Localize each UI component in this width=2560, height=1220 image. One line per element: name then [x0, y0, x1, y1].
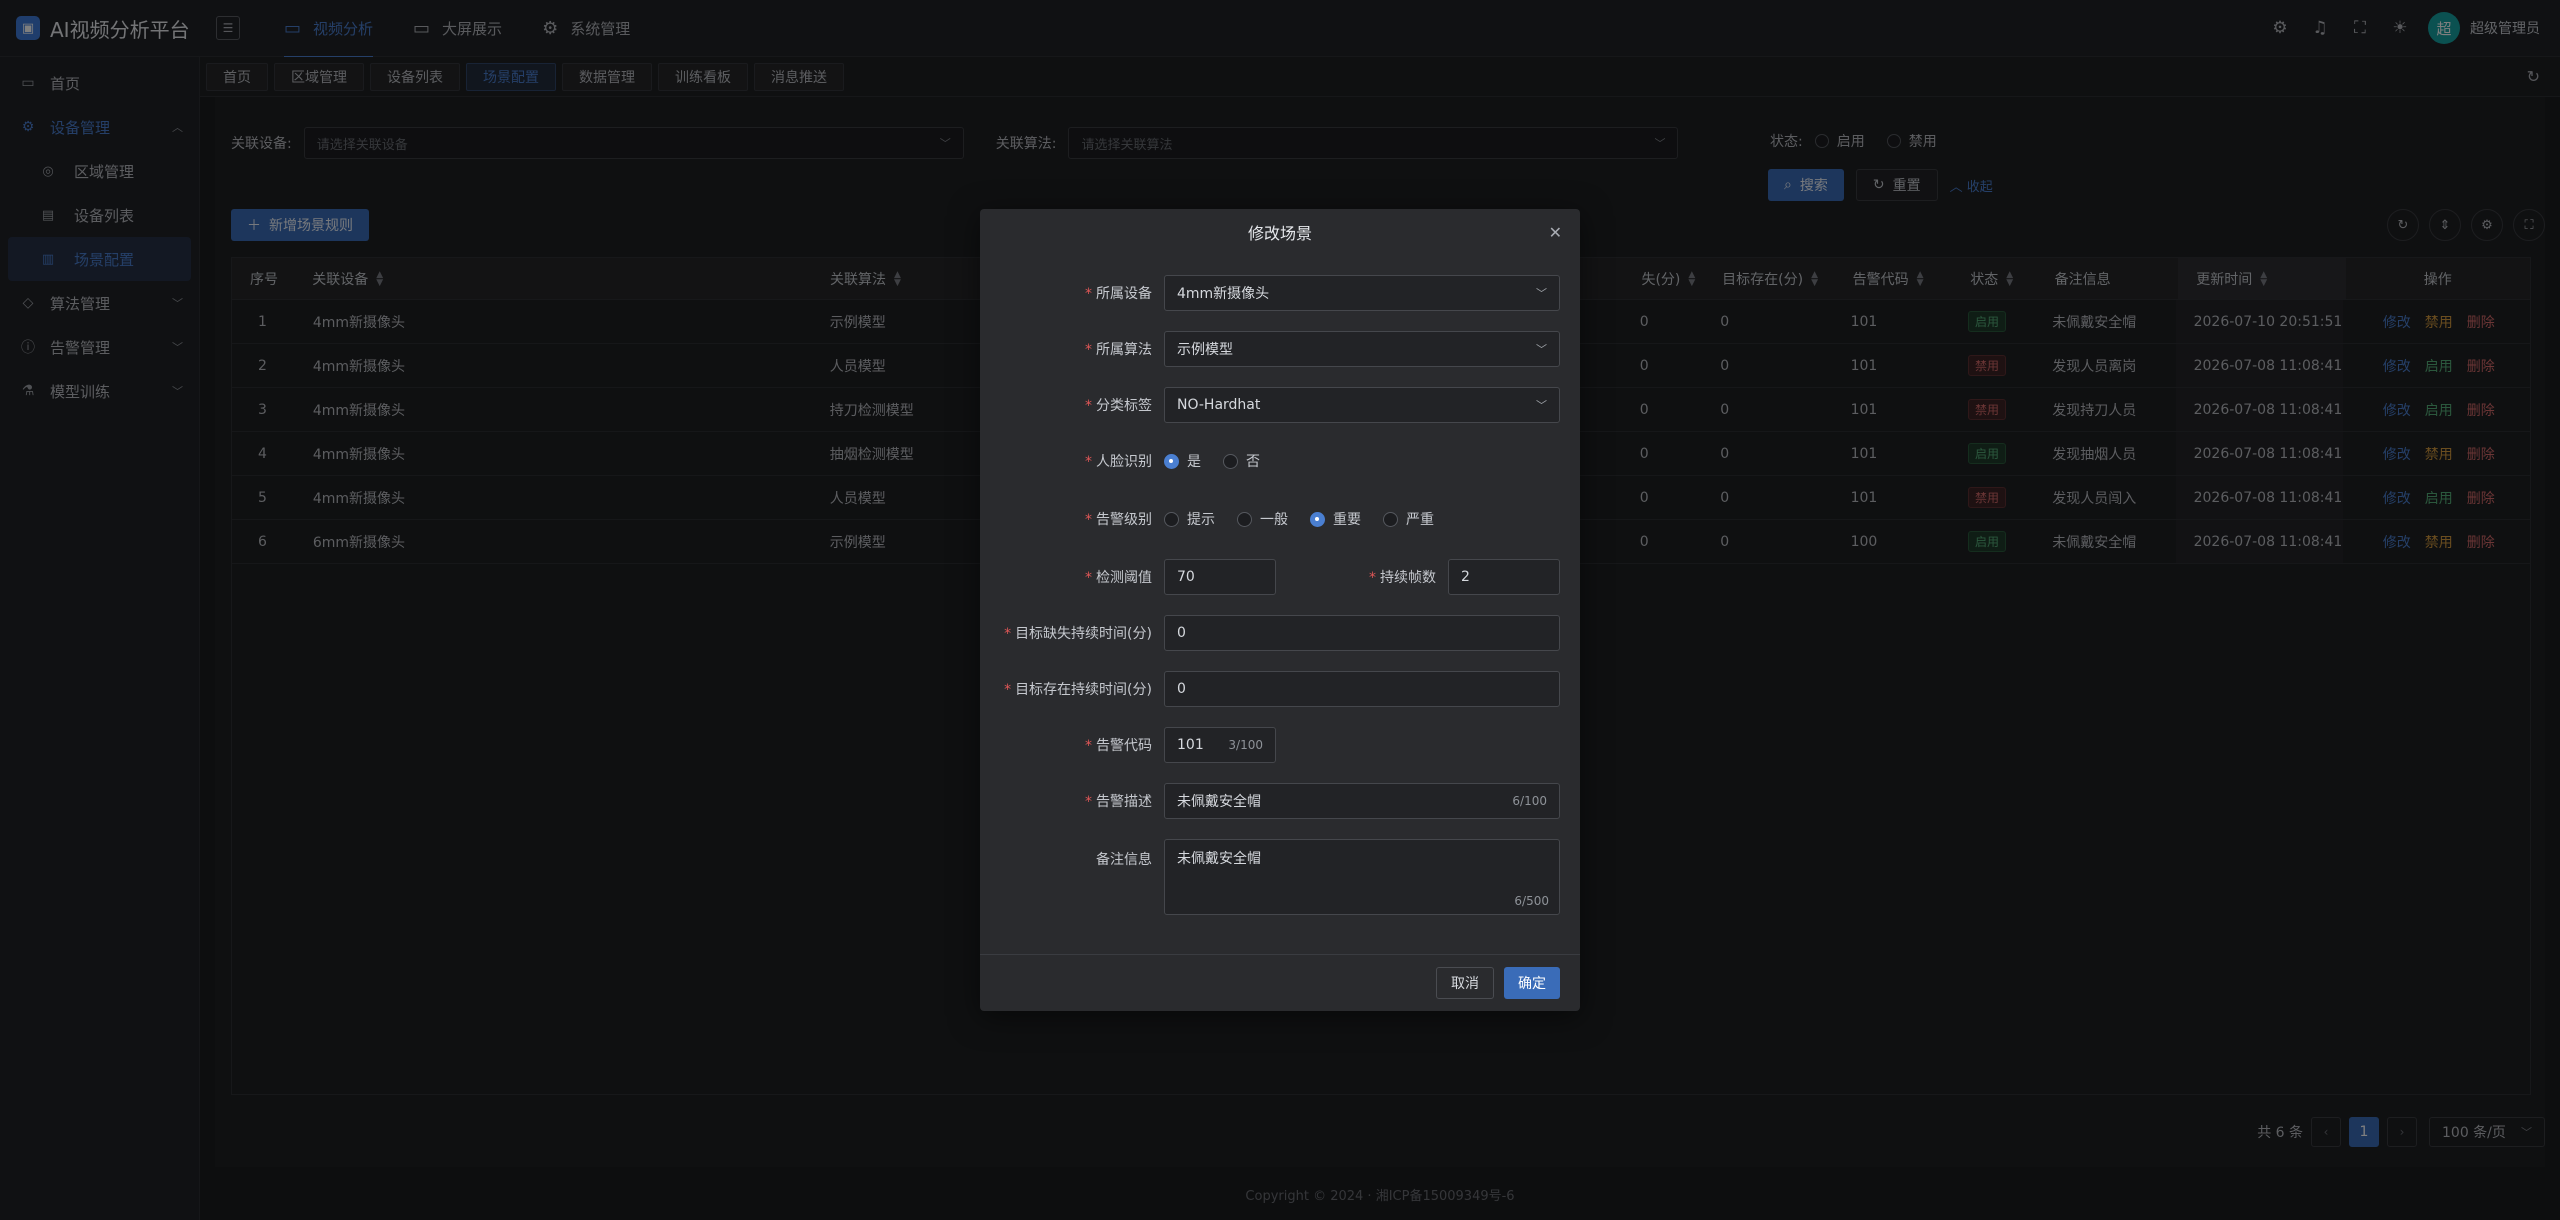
- close-icon[interactable]: ✕: [1549, 223, 1562, 242]
- required-mark: *: [1085, 342, 1092, 358]
- input-value: 0: [1177, 625, 1186, 641]
- label-text: 所属算法: [1096, 342, 1152, 358]
- label-text: 所属设备: [1096, 286, 1152, 302]
- app-root: ▣ AI视频分析平台 ☰ ▭ 视频分析 ▭ 大屏展示 ⚙ 系统管理 ⚙ ♫ ⛶ …: [0, 0, 2560, 1220]
- chevron-down-icon: ﹀: [1536, 399, 1547, 412]
- radio-label: 否: [1246, 454, 1260, 470]
- textarea-value: 未佩戴安全帽: [1177, 851, 1261, 867]
- form-label: * 目标缺失持续时间(分): [980, 623, 1164, 643]
- device-select[interactable]: 4mm新摄像头 ﹀: [1164, 275, 1560, 311]
- char-counter: 3/100: [1228, 738, 1263, 752]
- radio-circle[interactable]: [1237, 511, 1252, 527]
- radio-circle[interactable]: [1223, 453, 1238, 469]
- label-text: 持续帧数: [1380, 570, 1436, 586]
- required-mark: *: [1085, 738, 1092, 754]
- threshold-input[interactable]: 70: [1164, 559, 1276, 595]
- label-text: 告警代码: [1096, 738, 1152, 754]
- level-normal-radio[interactable]: 一般: [1237, 509, 1288, 529]
- radio-label: 是: [1187, 454, 1201, 470]
- radio-label: 提示: [1187, 512, 1215, 528]
- radio-circle[interactable]: [1164, 511, 1179, 527]
- note-textarea[interactable]: 未佩戴安全帽 6/500: [1164, 839, 1560, 915]
- alarm-code-input[interactable]: 101 3/100: [1164, 727, 1276, 763]
- label-text: 目标存在持续时间(分): [1015, 682, 1152, 698]
- select-value: 4mm新摄像头: [1177, 286, 1270, 302]
- face-no-radio[interactable]: 否: [1223, 451, 1260, 471]
- required-mark: *: [1085, 454, 1092, 470]
- form-row-alarm-desc: * 告警描述 未佩戴安全帽 6/100: [980, 783, 1580, 819]
- level-important-radio[interactable]: 重要: [1310, 509, 1361, 529]
- form-row-tag: * 分类标签 NO-Hardhat ﹀: [980, 387, 1580, 423]
- dialog-footer: 取消 确定: [980, 954, 1580, 1011]
- lost-duration-input[interactable]: 0: [1164, 615, 1560, 651]
- form-label: 备注信息: [1096, 852, 1152, 868]
- level-hint-radio[interactable]: 提示: [1164, 509, 1215, 529]
- select-value: NO-Hardhat: [1177, 397, 1261, 413]
- form-label: * 所属设备: [980, 283, 1164, 303]
- required-mark: *: [1004, 626, 1012, 642]
- form-label: * 持续帧数: [1276, 567, 1448, 587]
- chevron-down-icon: ﹀: [1536, 343, 1547, 356]
- form-row-threshold: * 检测阈值 70 * 持续帧数 2: [980, 559, 1580, 595]
- required-mark: *: [1085, 512, 1092, 528]
- required-mark: *: [1004, 682, 1012, 698]
- form-label: * 人脸识别: [980, 451, 1164, 471]
- required-mark: *: [1085, 398, 1092, 414]
- form-label: * 告警级别: [980, 509, 1164, 529]
- level-severe-radio[interactable]: 严重: [1383, 509, 1434, 529]
- required-mark: *: [1085, 794, 1092, 810]
- char-counter: 6/100: [1512, 794, 1547, 808]
- form-row-level: * 告警级别 提示 一般 重要 严重: [980, 501, 1580, 537]
- form-row-alarm-code: * 告警代码 101 3/100: [980, 727, 1580, 763]
- radio-circle[interactable]: [1310, 511, 1325, 527]
- form-row-note: 备注信息 未佩戴安全帽 6/500: [980, 839, 1580, 915]
- tag-select[interactable]: NO-Hardhat ﹀: [1164, 387, 1560, 423]
- alarm-desc-input[interactable]: 未佩戴安全帽 6/100: [1164, 783, 1560, 819]
- char-counter: 6/500: [1514, 894, 1549, 908]
- chevron-down-icon: ﹀: [1536, 287, 1547, 300]
- form-label: * 检测阈值: [980, 567, 1164, 587]
- cancel-button[interactable]: 取消: [1436, 967, 1494, 999]
- radio-label: 重要: [1333, 512, 1361, 528]
- algo-select[interactable]: 示例模型 ﹀: [1164, 331, 1560, 367]
- input-value: 0: [1177, 681, 1186, 697]
- form-row-exist-duration: * 目标存在持续时间(分) 0: [980, 671, 1580, 707]
- label-text: 目标缺失持续时间(分): [1015, 626, 1152, 642]
- form-label: * 告警描述: [980, 791, 1164, 811]
- form-row-lost-duration: * 目标缺失持续时间(分) 0: [980, 615, 1580, 651]
- form-row-face: * 人脸识别 是 否: [980, 443, 1580, 479]
- radio-label: 严重: [1406, 512, 1434, 528]
- form-row-device: * 所属设备 4mm新摄像头 ﹀: [980, 275, 1580, 311]
- form-row-algo: * 所属算法 示例模型 ﹀: [980, 331, 1580, 367]
- input-value: 70: [1177, 569, 1195, 585]
- label-text: 分类标签: [1096, 398, 1152, 414]
- form-label: * 告警代码: [980, 735, 1164, 755]
- exist-duration-input[interactable]: 0: [1164, 671, 1560, 707]
- required-mark: *: [1085, 286, 1092, 302]
- label-text: 告警级别: [1096, 512, 1152, 528]
- required-mark: *: [1085, 570, 1092, 586]
- radio-circle[interactable]: [1383, 511, 1398, 527]
- form-label: * 目标存在持续时间(分): [980, 679, 1164, 699]
- confirm-button[interactable]: 确定: [1504, 967, 1560, 999]
- form-label: * 分类标签: [980, 395, 1164, 415]
- select-value: 示例模型: [1177, 342, 1233, 358]
- input-value: 101: [1177, 737, 1204, 753]
- label-text: 检测阈值: [1096, 570, 1152, 586]
- dialog-title: 修改场景: [1247, 224, 1312, 243]
- radio-label: 一般: [1260, 512, 1288, 528]
- face-yes-radio[interactable]: 是: [1164, 451, 1201, 471]
- label-text: 告警描述: [1096, 794, 1152, 810]
- input-value: 2: [1461, 569, 1470, 585]
- input-value: 未佩戴安全帽: [1177, 794, 1261, 810]
- radio-circle[interactable]: [1164, 453, 1179, 469]
- frames-input[interactable]: 2: [1448, 559, 1560, 595]
- edit-scene-dialog: 修改场景 ✕ * 所属设备 4mm新摄像头 ﹀ * 所属算法 示例模型 ﹀ * 分类标签 …: [980, 209, 1580, 1011]
- form-label: * 所属算法: [980, 339, 1164, 359]
- label-text: 人脸识别: [1096, 454, 1152, 470]
- required-mark: *: [1369, 570, 1376, 586]
